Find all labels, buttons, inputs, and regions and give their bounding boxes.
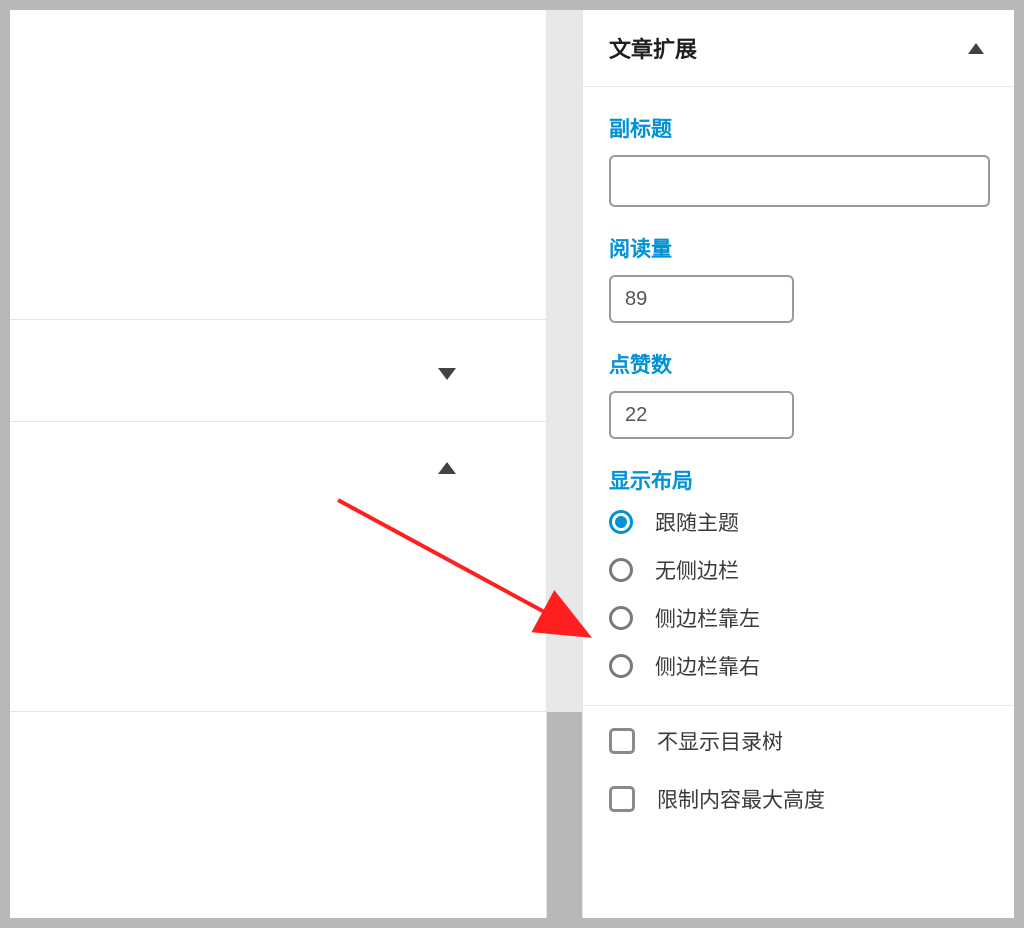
metabox-placeholder [10, 10, 547, 320]
metabox-expanded[interactable] [10, 422, 547, 712]
likes-label: 点赞数 [609, 349, 990, 379]
checkbox-icon [609, 728, 635, 754]
metabox-bottom [10, 712, 547, 918]
column-gap [547, 10, 582, 918]
subtitle-label: 副标题 [609, 113, 990, 143]
likes-input[interactable] [609, 391, 794, 439]
chevron-up-icon [968, 43, 984, 54]
chevron-down-icon [438, 368, 456, 380]
checkbox-icon [609, 786, 635, 812]
layout-option-sidebar-right[interactable]: 侧边栏靠右 [609, 651, 990, 681]
layout-option-follow-theme[interactable]: 跟随主题 [609, 507, 990, 537]
subtitle-field: 副标题 [609, 113, 990, 207]
radio-label: 跟随主题 [655, 507, 739, 537]
radio-icon [609, 558, 633, 582]
layout-radio-group: 跟随主题 无侧边栏 侧边栏靠左 侧边栏靠右 [609, 507, 990, 681]
left-content-area [10, 10, 547, 918]
layout-field: 显示布局 跟随主题 无侧边栏 侧边栏靠左 [609, 465, 990, 681]
layout-option-sidebar-left[interactable]: 侧边栏靠左 [609, 603, 990, 633]
checkbox-label: 不显示目录树 [657, 726, 783, 756]
layout-label: 显示布局 [609, 465, 990, 495]
panel-header[interactable]: 文章扩展 [583, 10, 1014, 87]
radio-icon [609, 606, 633, 630]
radio-label: 侧边栏靠左 [655, 603, 760, 633]
layout-option-no-sidebar[interactable]: 无侧边栏 [609, 555, 990, 585]
checkbox-label: 限制内容最大高度 [657, 784, 825, 814]
hide-toc-checkbox[interactable]: 不显示目录树 [609, 726, 990, 756]
limit-height-checkbox[interactable]: 限制内容最大高度 [609, 784, 990, 814]
radio-label: 无侧边栏 [655, 555, 739, 585]
subtitle-input[interactable] [609, 155, 990, 207]
chevron-up-icon [438, 462, 456, 474]
views-label: 阅读量 [609, 233, 990, 263]
radio-label: 侧边栏靠右 [655, 651, 760, 681]
panel-title: 文章扩展 [609, 32, 697, 64]
panel-body: 副标题 阅读量 点赞数 显示布局 跟随主题 [583, 87, 1014, 832]
views-field: 阅读量 [609, 233, 990, 323]
divider [583, 705, 1014, 706]
radio-icon [609, 654, 633, 678]
views-input[interactable] [609, 275, 794, 323]
article-extension-panel: 文章扩展 副标题 阅读量 点赞数 显示布局 跟随主题 [582, 10, 1014, 918]
metabox-collapsed[interactable] [10, 320, 547, 422]
radio-icon [609, 510, 633, 534]
likes-field: 点赞数 [609, 349, 990, 439]
